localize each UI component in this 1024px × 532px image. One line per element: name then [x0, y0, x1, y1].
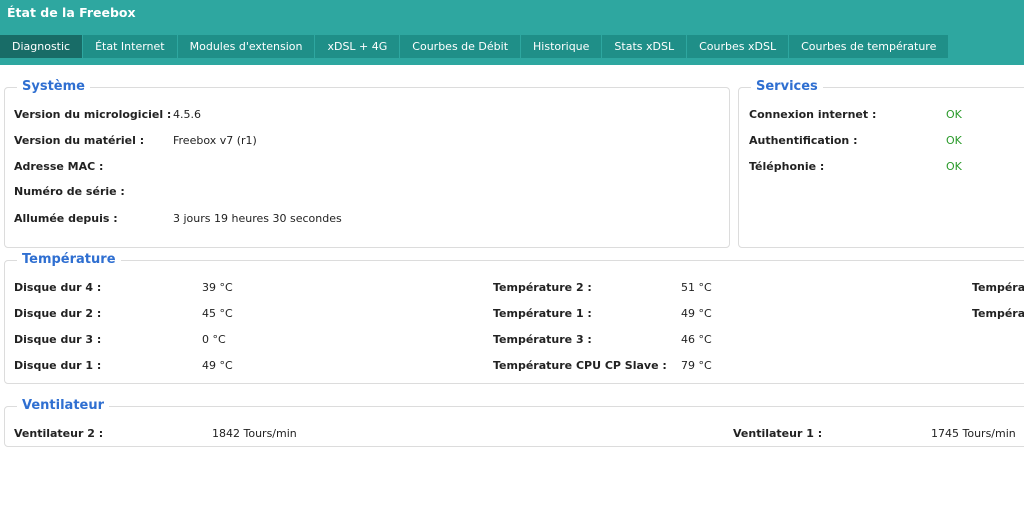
temperature-title: Température — [17, 252, 121, 267]
firmware-version-value: 4.5.6 — [173, 108, 201, 121]
services-panel: Services Connexion internet : OK Authent… — [738, 79, 1024, 248]
disk3-temp-label: Disque dur 3 : — [14, 333, 102, 346]
hardware-version-label: Version du matériel : — [14, 134, 145, 147]
ventilateur-title: Ventilateur — [17, 398, 110, 413]
temp2-label: Température 2 : — [493, 281, 592, 294]
disk3-temp-value: 0 °C — [202, 333, 226, 346]
window-header: État de la Freebox Diagnostic État Inter… — [0, 0, 1024, 65]
systeme-panel: Système Version du micrologiciel : 4.5.6… — [4, 79, 730, 248]
internet-connection-label: Connexion internet : — [749, 108, 877, 121]
temp3-value: 46 °C — [681, 333, 712, 346]
telephony-label: Téléphonie : — [749, 160, 825, 173]
uptime-label: Allumée depuis : — [14, 212, 118, 225]
authentication-label: Authentification : — [749, 134, 858, 147]
disk2-temp-label: Disque dur 2 : — [14, 307, 102, 320]
authentication-status: OK — [946, 134, 962, 147]
hardware-version-value: Freebox v7 (r1) — [173, 134, 257, 147]
tab-diagnostic[interactable]: Diagnostic — [0, 35, 83, 58]
tab-courbes-xdsl[interactable]: Courbes xDSL — [687, 35, 789, 58]
disk4-temp-value: 39 °C — [202, 281, 233, 294]
mac-address-label: Adresse MAC : — [14, 160, 104, 173]
temp1-value: 49 °C — [681, 307, 712, 320]
telephony-status: OK — [946, 160, 962, 173]
cpu-cp-slave-temp-value: 79 °C — [681, 359, 712, 372]
ventilateur-panel: Ventilateur Ventilateur 2 : 1842 Tours/m… — [4, 398, 1024, 447]
temperature-panel: Température Disque dur 4 : 39 °C Disque … — [4, 252, 1024, 384]
temp2-value: 51 °C — [681, 281, 712, 294]
firmware-version-label: Version du micrologiciel : — [14, 108, 172, 121]
fan2-speed-value: 1842 Tours/min — [212, 427, 297, 440]
tab-historique[interactable]: Historique — [521, 35, 602, 58]
tab-modules-extension[interactable]: Modules d'extension — [177, 35, 315, 58]
tab-etat-internet[interactable]: État Internet — [83, 35, 177, 58]
disk2-temp-value: 45 °C — [202, 307, 233, 320]
disk4-temp-label: Disque dur 4 : — [14, 281, 102, 294]
services-title: Services — [751, 79, 823, 94]
tab-stats-xdsl[interactable]: Stats xDSL — [602, 35, 687, 58]
systeme-title: Système — [17, 79, 90, 94]
disk1-temp-label: Disque dur 1 : — [14, 359, 102, 372]
fan1-speed-value: 1745 Tours/min — [931, 427, 1016, 440]
tab-courbes-temperature[interactable]: Courbes de température — [789, 35, 949, 58]
uptime-value: 3 jours 19 heures 30 secondes — [173, 212, 342, 225]
temp1-label: Température 1 : — [493, 307, 592, 320]
cpu-cp-slave-temp-label: Température CPU CP Slave : — [493, 359, 667, 372]
disk1-temp-value: 49 °C — [202, 359, 233, 372]
fan2-label: Ventilateur 2 : — [14, 427, 104, 440]
serial-number-label: Numéro de série : — [14, 185, 125, 198]
fan1-label: Ventilateur 1 : — [733, 427, 823, 440]
internet-connection-status: OK — [946, 108, 962, 121]
temp3-label: Température 3 : — [493, 333, 592, 346]
temp-col3-label-2: Températ — [972, 307, 1024, 320]
window-title: État de la Freebox — [7, 5, 136, 20]
tab-bar: Diagnostic État Internet Modules d'exten… — [0, 35, 949, 58]
tab-xdsl-4g[interactable]: xDSL + 4G — [315, 35, 400, 58]
temp-col3-label-1: Températ — [972, 281, 1024, 294]
tab-courbes-debit[interactable]: Courbes de Débit — [400, 35, 521, 58]
